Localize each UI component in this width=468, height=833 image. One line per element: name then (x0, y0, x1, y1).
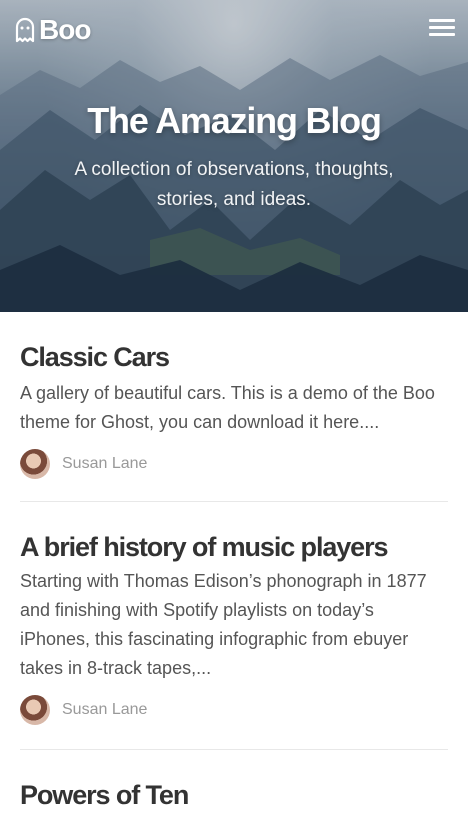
post-feed: Classic Cars A gallery of beautiful cars… (0, 312, 468, 811)
post-title[interactable]: Classic Cars (20, 342, 448, 373)
logo-text: Boo (39, 14, 91, 45)
menu-line (429, 26, 455, 29)
hero-header: Boo The Amazing Blog A collection of obs… (0, 0, 468, 312)
post-title[interactable]: A brief history of music players (20, 532, 448, 563)
site-logo[interactable]: Boo (14, 14, 91, 46)
top-bar: Boo (0, 0, 468, 62)
post-excerpt: Starting with Thomas Edison’s phonograph… (20, 571, 427, 678)
post-card[interactable]: Classic Cars A gallery of beautiful cars… (20, 312, 448, 502)
blog-description: A collection of observations, thoughts, … (74, 159, 394, 210)
menu-line (429, 33, 455, 36)
post-author: Susan Lane (20, 449, 448, 479)
post-author: Susan Lane (20, 695, 448, 725)
author-avatar[interactable] (20, 449, 50, 479)
author-name[interactable]: Susan Lane (62, 455, 147, 473)
ghost-icon (15, 17, 35, 43)
author-name[interactable]: Susan Lane (62, 701, 147, 719)
post-excerpt: A gallery of beautiful cars. This is a d… (20, 383, 435, 432)
author-avatar[interactable] (20, 695, 50, 725)
blog-title: The Amazing Blog (87, 100, 382, 141)
hamburger-menu-icon[interactable] (429, 19, 455, 39)
post-card[interactable]: A brief history of music players Startin… (20, 502, 448, 750)
post-card[interactable]: Powers of Ten (20, 750, 448, 811)
post-title[interactable]: Powers of Ten (20, 780, 448, 811)
menu-line (429, 19, 455, 22)
